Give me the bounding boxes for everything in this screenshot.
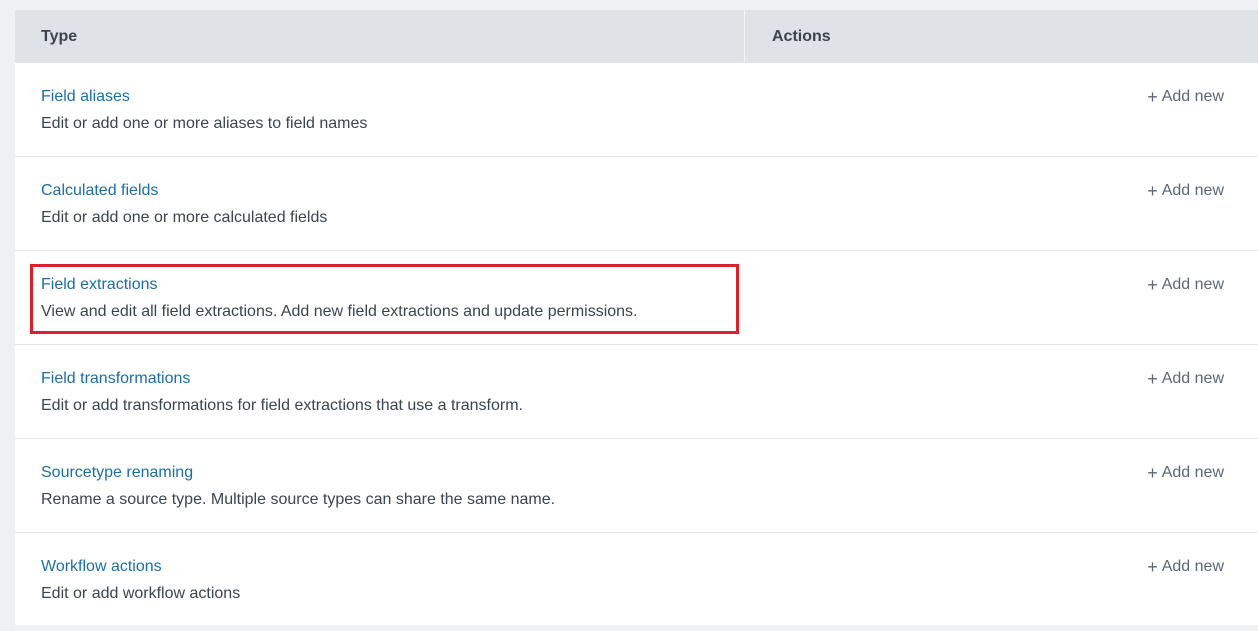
add-new-workflow-actions-button[interactable]: + Add new [1147, 557, 1224, 577]
table-header: Type Actions [15, 10, 1258, 63]
add-new-label: Add new [1161, 370, 1224, 387]
plus-icon: + [1147, 87, 1158, 107]
table-row: Calculated fields Edit or add one or mor… [15, 157, 1258, 251]
add-new-field-aliases-button[interactable]: + Add new [1147, 87, 1224, 107]
plus-icon: + [1147, 369, 1158, 389]
add-new-label: Add new [1161, 182, 1224, 199]
fields-table: Type Actions Field aliases Edit or add o… [15, 10, 1258, 625]
table-row: Field aliases Edit or add one or more al… [15, 63, 1258, 157]
plus-icon: + [1147, 181, 1158, 201]
add-new-field-transformations-button[interactable]: + Add new [1147, 369, 1224, 389]
type-cell: Field aliases Edit or add one or more al… [41, 87, 367, 134]
type-cell: Field extractions View and edit all fiel… [41, 275, 638, 322]
column-header-type: Type [15, 10, 745, 63]
table-row: Field extractions View and edit all fiel… [15, 251, 1258, 345]
sourcetype-renaming-link[interactable]: Sourcetype renaming [41, 463, 555, 483]
table-row: Sourcetype renaming Rename a source type… [15, 439, 1258, 533]
row-description: Edit or add one or more aliases to field… [41, 115, 368, 132]
row-description: Edit or add transformations for field ex… [41, 397, 523, 414]
plus-icon: + [1147, 275, 1158, 295]
type-cell: Calculated fields Edit or add one or mor… [41, 181, 327, 228]
add-new-label: Add new [1161, 276, 1224, 293]
add-new-field-extractions-button[interactable]: + Add new [1147, 275, 1224, 295]
table-row: Field transformations Edit or add transf… [15, 345, 1258, 439]
type-cell: Field transformations Edit or add transf… [41, 369, 523, 416]
field-transformations-link[interactable]: Field transformations [41, 369, 523, 389]
type-cell: Sourcetype renaming Rename a source type… [41, 463, 555, 510]
plus-icon: + [1147, 557, 1158, 577]
column-header-actions: Actions [772, 27, 831, 45]
field-extractions-link[interactable]: Field extractions [41, 275, 638, 295]
calculated-fields-link[interactable]: Calculated fields [41, 181, 327, 201]
row-description: Edit or add workflow actions [41, 585, 241, 602]
add-new-label: Add new [1161, 88, 1224, 105]
add-new-label: Add new [1161, 558, 1224, 575]
row-description: View and edit all field extractions. Add… [41, 303, 638, 320]
add-new-calculated-fields-button[interactable]: + Add new [1147, 181, 1224, 201]
row-description: Rename a source type. Multiple source ty… [41, 491, 556, 508]
table-row: Workflow actions Edit or add workflow ac… [15, 533, 1258, 627]
field-aliases-link[interactable]: Field aliases [41, 87, 367, 107]
add-new-label: Add new [1161, 464, 1224, 481]
type-cell: Workflow actions Edit or add workflow ac… [41, 557, 240, 604]
row-description: Edit or add one or more calculated field… [41, 209, 328, 226]
workflow-actions-link[interactable]: Workflow actions [41, 557, 240, 577]
add-new-sourcetype-renaming-button[interactable]: + Add new [1147, 463, 1224, 483]
plus-icon: + [1147, 463, 1158, 483]
